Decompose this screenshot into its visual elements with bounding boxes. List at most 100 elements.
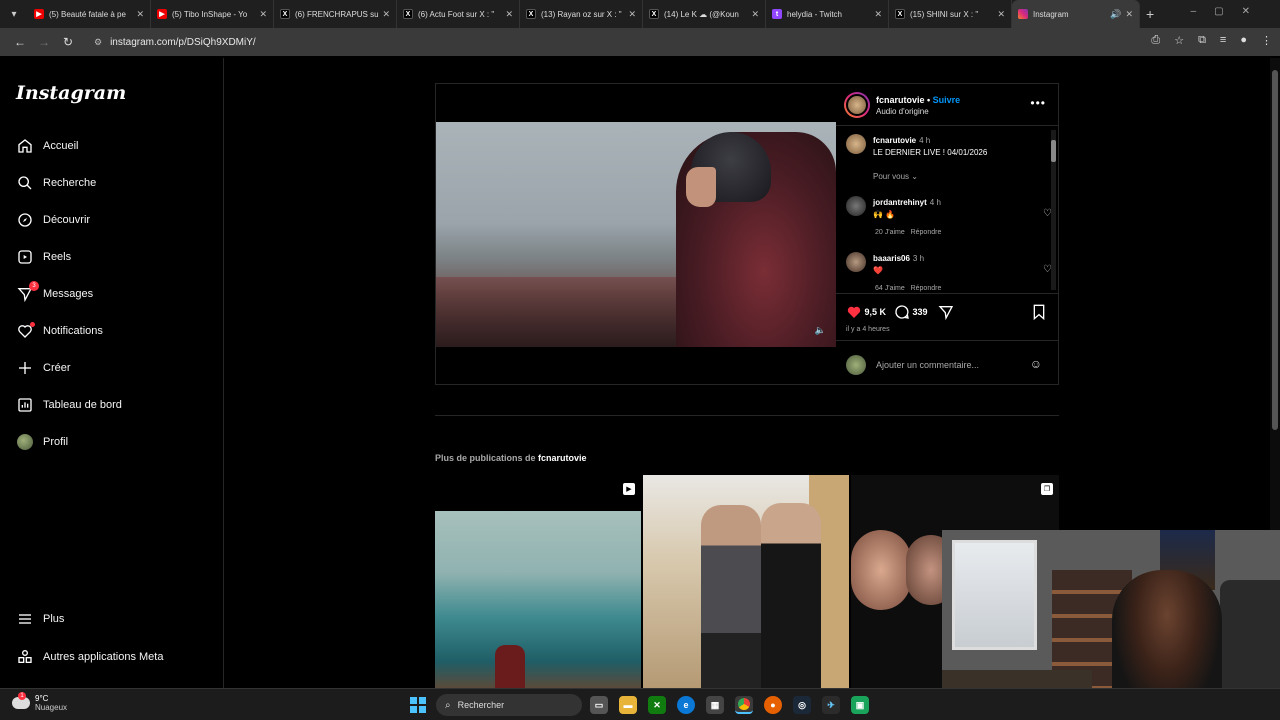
browser-tab[interactable]: X (6) Actu Foot sur X : " ✕ (397, 0, 520, 28)
chevron-down-icon: ⌄ (911, 172, 918, 181)
caption-user[interactable]: fcnarutovie (873, 136, 916, 145)
firefox-icon[interactable]: ● (764, 696, 782, 714)
browser-tab[interactable]: X (14) Le K ☁ (@Koun ✕ (643, 0, 766, 28)
close-tab-icon[interactable]: ✕ (628, 9, 636, 20)
windows-start-icon[interactable] (410, 697, 426, 713)
comment-icon (895, 305, 909, 319)
like-button[interactable]: 9,5 K (846, 304, 886, 320)
sidebar-item-explore[interactable]: Découvrir (16, 208, 90, 232)
sidebar-item-notifications[interactable]: Notifications (16, 319, 103, 343)
volume-icon[interactable]: 🔈 (815, 325, 826, 336)
edge-icon[interactable]: e (677, 696, 695, 714)
new-tab-icon[interactable]: + (1146, 6, 1154, 22)
commenter-avatar[interactable] (846, 196, 866, 216)
post-actions: 9,5 K 339 il y a 4 heures (836, 296, 1058, 336)
avatar (846, 355, 866, 375)
like-count: 9,5 K (864, 307, 887, 317)
close-tab-icon[interactable]: ✕ (997, 9, 1005, 20)
back-icon[interactable]: ← (8, 35, 32, 49)
reply-button[interactable]: Répondre (911, 285, 942, 292)
reply-button[interactable]: Répondre (911, 229, 942, 236)
more-posts-user[interactable]: fcnarutovie (538, 453, 587, 463)
comments-list: fcnarutovie 4 h LE DERNIER LIVE ! 04/01/2… (836, 126, 1058, 294)
bookmark-star-icon[interactable]: ☆ (1174, 34, 1184, 47)
comment-user[interactable]: jordantrehinyt (873, 198, 927, 207)
extensions-icon[interactable]: ⧉ (1198, 34, 1206, 47)
close-tab-icon[interactable]: ✕ (259, 9, 267, 20)
sidebar-item-messages[interactable]: 3 Messages (16, 281, 93, 306)
sidebar-item-reels[interactable]: Reels (16, 245, 71, 269)
url-field[interactable]: ⚙ instagram.com/p/DSiQh9XDMiY/ (88, 31, 1118, 53)
comment-likes[interactable]: 64 J'aime (875, 285, 905, 292)
more-options-icon[interactable]: ••• (1030, 96, 1046, 110)
xbox-icon[interactable]: ✕ (648, 696, 666, 714)
author-avatar[interactable] (844, 92, 870, 118)
sidebar-item-meta-apps[interactable]: Autres applications Meta (16, 645, 163, 669)
post-video[interactable]: 🔈 (436, 84, 836, 384)
grid-post[interactable] (643, 475, 849, 688)
sidebar-item-home[interactable]: Accueil (16, 134, 78, 158)
browser-tab[interactable]: t helydia - Twitch ✕ (766, 0, 889, 28)
install-app-icon[interactable]: ⎙ (1151, 34, 1160, 47)
media-controls-icon[interactable]: ≡ (1220, 34, 1226, 47)
commenter-avatar[interactable] (846, 252, 866, 272)
share-button[interactable] (938, 304, 954, 320)
task-view-icon[interactable]: ▭ (590, 696, 608, 714)
profile-icon[interactable]: ● (1240, 34, 1247, 47)
reload-icon[interactable]: ↻ (56, 35, 80, 49)
steam-icon[interactable]: ◎ (793, 696, 811, 714)
emoji-icon[interactable]: ☺ (1030, 357, 1042, 371)
close-tab-icon[interactable]: ✕ (382, 9, 390, 20)
close-tab-icon[interactable]: ✕ (505, 9, 513, 20)
file-explorer-icon[interactable]: ▬ (619, 696, 637, 714)
browser-tab[interactable]: X (13) Rayan oz sur X : " ✕ (520, 0, 643, 28)
comment-likes[interactable]: 20 J'aime (875, 229, 905, 236)
sidebar-item-profile[interactable]: Profil (16, 430, 68, 454)
tab-search-icon[interactable]: ▾ (0, 0, 28, 28)
sidebar-item-dashboard[interactable]: Tableau de bord (16, 393, 122, 417)
audio-label[interactable]: Audio d'origine (876, 107, 929, 116)
comments-scrollbar[interactable] (1051, 130, 1056, 290)
author-name[interactable]: fcnarutovie (876, 95, 925, 105)
close-tab-icon[interactable]: ✕ (874, 9, 882, 20)
sidebar-item-create[interactable]: Créer (16, 356, 71, 380)
browser-tabbar: ▾ ▶ (5) Beauté fatale à pe ✕ ▶ (5) Tibo InS… (0, 0, 1280, 28)
browser-tab[interactable]: X (15) SHINI sur X : " ✕ (889, 0, 1012, 28)
instagram-logo[interactable]: Instagram (16, 82, 126, 104)
author-avatar[interactable] (846, 134, 866, 154)
browser-tab[interactable]: X (6) FRENCHRAPUS su ✕ (274, 0, 397, 28)
store-icon[interactable]: ▦ (706, 696, 724, 714)
close-tab-icon[interactable]: ✕ (136, 9, 144, 20)
carousel-icon: ❐ (1041, 483, 1053, 495)
post-side-panel: fcnarutovie • Suivre Audio d'origine •••… (836, 84, 1058, 384)
follow-button[interactable]: Suivre (933, 95, 961, 105)
taskbar-search[interactable]: ⌕ Rechercher (436, 694, 582, 716)
weather-widget[interactable]: 1 9°C Nuageux (12, 692, 67, 712)
sidebar-item-search[interactable]: Recherche (16, 171, 96, 195)
youtube-icon: ▶ (34, 9, 44, 19)
browser-menu-icon[interactable]: ⋮ (1261, 34, 1272, 47)
sidebar-item-more[interactable]: Plus (16, 607, 64, 631)
chrome-icon[interactable] (735, 696, 753, 714)
browser-tab[interactable]: ▶ (5) Tibo InShape - Yo ✕ (151, 0, 274, 28)
forward-icon[interactable]: → (32, 35, 56, 49)
app-icon[interactable]: ▣ (851, 696, 869, 714)
browser-tab-active[interactable]: Instagram 🔊 ✕ (1012, 0, 1140, 28)
comment-input[interactable]: Ajouter un commentaire... (876, 360, 979, 370)
sort-dropdown[interactable]: Pour vous ⌄ (873, 172, 918, 181)
temperature: 9°C (35, 694, 49, 703)
window-controls[interactable]: –▢✕ (1191, 6, 1268, 17)
share-icon (938, 306, 954, 320)
comment-button[interactable]: 339 (894, 304, 928, 320)
close-tab-icon[interactable]: ✕ (1125, 9, 1133, 20)
save-button[interactable] (1032, 304, 1046, 320)
site-info-icon[interactable]: ⚙ (94, 37, 102, 48)
audio-icon[interactable]: 🔊 (1110, 9, 1121, 20)
comment-user[interactable]: baaaris06 (873, 254, 910, 263)
close-tab-icon[interactable]: ✕ (751, 9, 759, 20)
app-icon[interactable]: ✈ (822, 696, 840, 714)
instagram-icon (1018, 9, 1028, 19)
browser-tab[interactable]: ▶ (5) Beauté fatale à pe ✕ (28, 0, 151, 28)
messages-badge: 3 (29, 281, 39, 291)
grid-post[interactable]: ▶ (435, 475, 641, 688)
